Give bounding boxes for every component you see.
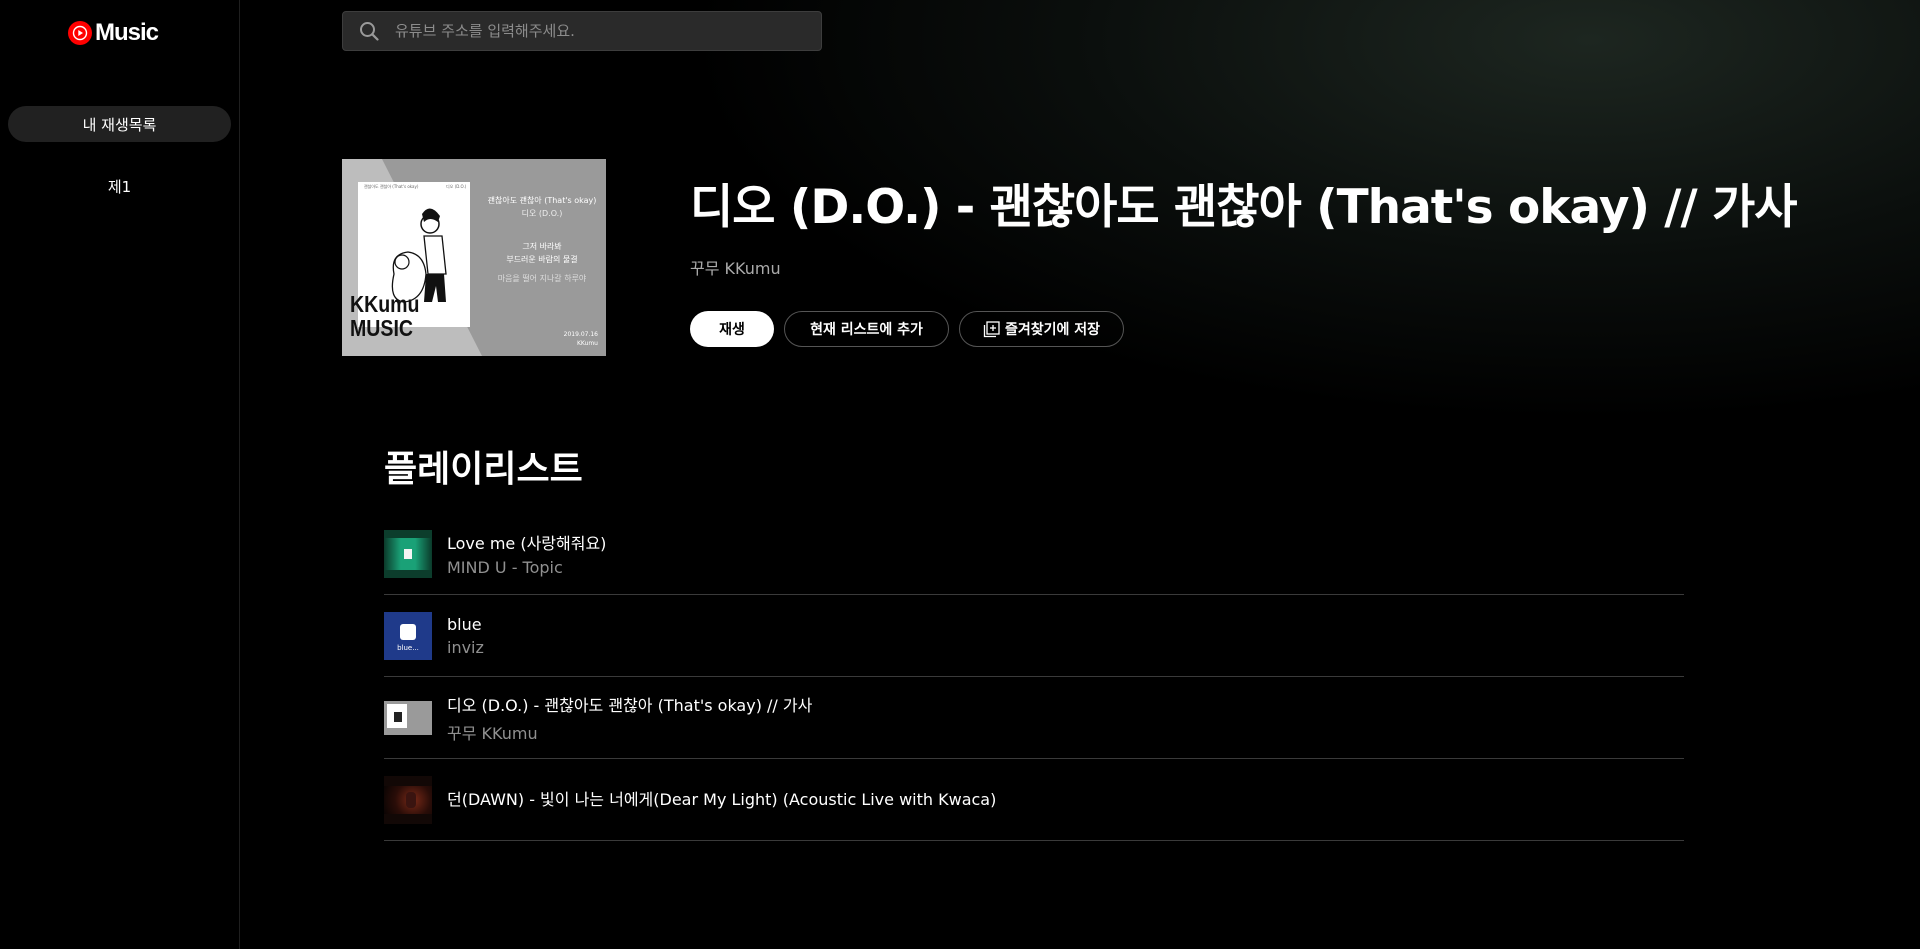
sidebar-item-label: 내 재생목록 bbox=[82, 115, 157, 134]
sidebar: Music 내 재생목록 제1 bbox=[0, 0, 240, 949]
cover-header: 괜찮아도 괜찮아 (That's okay) bbox=[487, 196, 597, 205]
sidebar-item-my-playlists[interactable]: 내 재생목록 bbox=[8, 106, 231, 142]
cover-date-block: 2019.07.16 KKumu bbox=[542, 330, 598, 348]
add-to-list-label: 현재 리스트에 추가 bbox=[810, 322, 923, 338]
search-input[interactable] bbox=[393, 21, 797, 41]
cover-lyric-1: 그저 바라봐 bbox=[522, 242, 562, 251]
cover-credit: KKumu bbox=[576, 340, 598, 347]
save-label: 즐겨찾기에 저장 bbox=[1004, 322, 1101, 338]
playlist-item[interactable]: blue... blue inviz bbox=[384, 595, 1684, 677]
sidebar-item-playlist-1[interactable]: 제1 bbox=[8, 168, 231, 204]
playlist-heading: 플레이리스트 bbox=[384, 449, 583, 490]
track-title: blue bbox=[447, 614, 482, 634]
cover-brand-line-1: KKumu bbox=[350, 291, 420, 317]
cover-caption-left: 괜찮아도 괜찮아 (That's okay) bbox=[364, 184, 419, 189]
track-thumbnail bbox=[384, 693, 432, 742]
play-button[interactable]: 재생 bbox=[690, 311, 774, 347]
playlist-item[interactable]: 디오 (D.O.) - 괜찮아도 괜찮아 (That's okay) // 가사… bbox=[384, 677, 1684, 759]
cover-date: 2019.07.16 bbox=[563, 331, 598, 338]
cover-brand-line-2: MUSIC bbox=[350, 315, 414, 341]
album-cover: 괜찮아도 괜찮아 (That's okay) 디오 (D.O.) KKumu M… bbox=[342, 124, 606, 388]
main-content: 괜찮아도 괜찮아 (That's okay) 디오 (D.O.) KKumu M… bbox=[240, 0, 1920, 949]
track-title: Love me (사랑해줘요) bbox=[447, 534, 607, 553]
song-title: 디오 (D.O.) - 괜찮아도 괜찮아 (That's okay) // 가사 bbox=[690, 180, 1797, 235]
track-thumbnail: blue... bbox=[384, 611, 432, 660]
search-bar[interactable] bbox=[342, 11, 822, 51]
thumb-caption: blue... bbox=[397, 643, 419, 652]
logo-text: Music bbox=[95, 19, 159, 46]
playlist-item[interactable]: Love me (사랑해줘요) MIND U - Topic bbox=[384, 513, 1684, 595]
sidebar-item-label: 제1 bbox=[107, 177, 132, 196]
library-add-icon bbox=[983, 320, 1000, 338]
song-artist: 꾸무 KKumu bbox=[690, 259, 781, 278]
search-icon bbox=[359, 21, 379, 41]
cover-subheader: 디오 (D.O.) bbox=[521, 209, 563, 218]
play-logo-icon bbox=[68, 21, 92, 45]
track-artist: MIND U - Topic bbox=[447, 558, 563, 577]
track-artist: 꾸무 KKumu bbox=[447, 723, 538, 743]
save-to-favorites-button[interactable]: 즐겨찾기에 저장 bbox=[959, 311, 1124, 347]
track-thumbnail bbox=[384, 529, 432, 578]
cover-text-block: 괜찮아도 괜찮아 (That's okay) 디오 (D.O.) 그저 바라봐 … bbox=[482, 194, 602, 285]
track-artist: inviz bbox=[447, 637, 484, 657]
playlist-item[interactable]: 던(DAWN) - 빛이 나는 너에게(Dear My Light) (Acou… bbox=[384, 759, 1684, 841]
cover-caption-right: 디오 (D.O.) bbox=[446, 184, 467, 189]
add-to-current-list-button[interactable]: 현재 리스트에 추가 bbox=[784, 311, 949, 347]
playlist-list: Love me (사랑해줘요) MIND U - Topic blue... b… bbox=[384, 513, 1684, 841]
cover-lyric-2: 부드러운 바람의 물결 bbox=[506, 255, 578, 264]
youtube-music-logo[interactable]: Music bbox=[68, 19, 159, 46]
cover-lyric-3: 마음을 떨어 지나갈 하루야 bbox=[497, 274, 587, 283]
play-button-label: 재생 bbox=[719, 322, 745, 338]
track-title: 던(DAWN) - 빛이 나는 너에게(Dear My Light) (Acou… bbox=[447, 789, 997, 809]
track-thumbnail bbox=[384, 775, 432, 824]
cover-brand: KKumu MUSIC bbox=[350, 292, 420, 340]
track-title: 디오 (D.O.) - 괜찮아도 괜찮아 (That's okay) // 가사 bbox=[447, 695, 813, 715]
